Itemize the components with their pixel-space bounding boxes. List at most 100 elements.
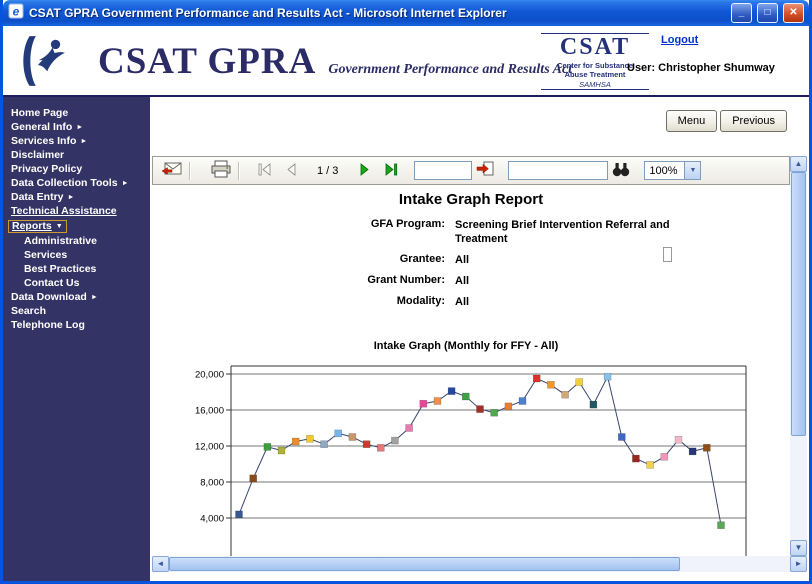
svg-text:12,000: 12,000 <box>195 442 224 453</box>
goto-page-icon <box>476 161 494 180</box>
menu-button[interactable]: Menu <box>666 110 718 132</box>
previous-button[interactable]: Previous <box>720 110 787 132</box>
sidebar-item-technical-assistance[interactable]: Technical Assistance <box>3 204 150 218</box>
chevron-right-icon: ► <box>68 194 75 201</box>
report-toolbar: 1 / 3 <box>152 156 790 185</box>
site-header: CSAT GPRAGovernment Performance and Resu… <box>3 26 809 97</box>
toolbar-separator <box>238 162 239 180</box>
scroll-left-button[interactable]: ◄ <box>152 556 169 572</box>
export-icon <box>161 160 183 181</box>
chevron-right-icon: ► <box>122 180 129 187</box>
sidebar-item-data-download[interactable]: Data Download ► <box>3 290 150 304</box>
first-page-button[interactable] <box>251 159 277 183</box>
logout-link[interactable]: Logout <box>661 34 698 46</box>
zoom-value: 100% <box>649 165 677 177</box>
last-page-button[interactable] <box>378 159 404 183</box>
sidebar-item-label: Privacy Policy <box>11 164 82 175</box>
toolbar-separator <box>189 162 190 180</box>
hhs-logo <box>15 34 67 93</box>
brand-title: CSAT GPRA <box>98 41 316 82</box>
user-area: Logout User: Christopher Shumway <box>627 34 797 74</box>
sidebar-menu: Home PageGeneral Info►Services Info► Disc… <box>3 97 150 581</box>
sidebar-item-data-entry[interactable]: Data Entry ► <box>3 190 150 204</box>
svg-text:4,000: 4,000 <box>200 514 224 525</box>
sidebar-item-services[interactable]: Services <box>3 248 150 262</box>
horizontal-scrollbar[interactable]: ◄ ► <box>152 556 807 572</box>
sidebar-item-label: Technical Assistance <box>11 206 117 217</box>
chart-block: Intake Graph (Monthly for FFY - All) 20,… <box>181 340 751 556</box>
sidebar-item-best-practices[interactable]: Best Practices <box>3 262 150 276</box>
report-field-value: All <box>455 274 695 288</box>
chevron-right-icon: ► <box>80 138 87 145</box>
close-button[interactable]: ✕ <box>783 3 804 23</box>
chevron-right-icon: ► <box>91 294 98 301</box>
scroll-right-button[interactable]: ► <box>790 556 807 572</box>
report-field-label: Grant Number: <box>152 274 455 288</box>
prev-page-button[interactable] <box>277 159 303 183</box>
first-page-icon <box>257 163 272 179</box>
horizontal-scroll-thumb[interactable] <box>169 557 680 571</box>
export-button[interactable] <box>159 159 185 183</box>
sidebar-item-services-info[interactable]: Services Info► <box>3 134 150 148</box>
zoom-select[interactable]: 100% ▼ <box>644 161 701 180</box>
chevron-right-icon: ► <box>76 124 83 131</box>
report-field-row: Grant Number:All <box>152 274 790 288</box>
intake-chart: 20,00016,00012,0008,0004,000 <box>181 364 751 556</box>
sidebar-item-administrative[interactable]: Administrative <box>3 234 150 248</box>
page-buttons: Menu Previous <box>666 110 787 132</box>
sidebar-item-label: Contact Us <box>24 278 79 289</box>
report-field-label: GFA Program: <box>152 218 455 246</box>
chart-title: Intake Graph (Monthly for FFY - All) <box>181 340 751 352</box>
sidebar-item-contact-us[interactable]: Contact Us <box>3 276 150 290</box>
sidebar-item-label: Search <box>11 306 46 317</box>
window-title: CSAT GPRA Government Performance and Res… <box>29 6 726 20</box>
report-field-row: Modality:All <box>152 295 790 309</box>
maximize-button[interactable]: □ <box>757 3 778 23</box>
sidebar-item-data-collection-tools[interactable]: Data Collection Tools ► <box>3 176 150 190</box>
binoculars-icon <box>611 162 631 180</box>
sidebar-item-search[interactable]: Search <box>3 304 150 318</box>
report-field-value: All <box>455 253 695 267</box>
sidebar-item-label: Data Collection Tools <box>11 178 118 189</box>
sidebar-item-reports[interactable]: Reports ▼ <box>3 218 150 234</box>
next-page-icon <box>359 163 372 179</box>
sidebar-item-label: Best Practices <box>24 264 96 275</box>
browser-window: e CSAT GPRA Government Performance and R… <box>0 0 812 584</box>
scroll-up-button[interactable]: ▲ <box>790 156 807 172</box>
prev-page-icon <box>284 163 297 179</box>
vertical-scroll-thumb[interactable] <box>791 172 806 436</box>
vertical-scrollbar[interactable]: ▲ ▼ <box>790 156 807 556</box>
search-button[interactable] <box>608 159 634 183</box>
report-viewer: 1 / 3 <box>152 156 807 572</box>
user-label: User: Christopher Shumway <box>627 62 797 74</box>
sidebar-item-general-info[interactable]: General Info► <box>3 120 150 134</box>
report-field-label: Modality: <box>152 295 455 309</box>
report-fields: GFA Program:Screening Brief Intervention… <box>152 218 790 309</box>
sidebar-item-telephone-log[interactable]: Telephone Log <box>3 318 150 332</box>
sidebar-item-label: Data Entry <box>11 192 64 203</box>
sidebar-item-home-page[interactable]: Home Page <box>3 106 150 120</box>
chevron-down-icon: ▼ <box>684 162 700 179</box>
sidebar-item-label: Data Download <box>11 292 87 303</box>
sidebar-item-label: Reports <box>12 221 52 232</box>
goto-page-button[interactable] <box>472 159 498 183</box>
ie-icon: e <box>8 3 24 24</box>
last-page-icon <box>384 163 399 179</box>
print-button[interactable] <box>208 159 234 183</box>
next-page-button[interactable] <box>352 159 378 183</box>
svg-text:20,000: 20,000 <box>195 370 224 381</box>
sidebar-item-label: Disclaimer <box>11 150 64 161</box>
search-input[interactable] <box>508 161 608 180</box>
minimize-button[interactable]: _ <box>731 3 752 23</box>
csat-logo-samhsa: SAMHSA <box>541 80 649 90</box>
sidebar-item-disclaimer[interactable]: Disclaimer <box>3 148 150 162</box>
goto-page-input[interactable] <box>414 161 472 180</box>
scroll-down-button[interactable]: ▼ <box>790 540 807 556</box>
page-indicator: 1 / 3 <box>317 165 338 177</box>
chevron-down-icon: ▼ <box>56 223 63 230</box>
report-page: Intake Graph Report GFA Program:Screenin… <box>152 185 790 556</box>
report-field-row: Grantee:All <box>152 253 790 267</box>
report-field-row: GFA Program:Screening Brief Intervention… <box>152 218 790 246</box>
report-field-value: All <box>455 295 695 309</box>
sidebar-item-privacy-policy[interactable]: Privacy Policy <box>3 162 150 176</box>
